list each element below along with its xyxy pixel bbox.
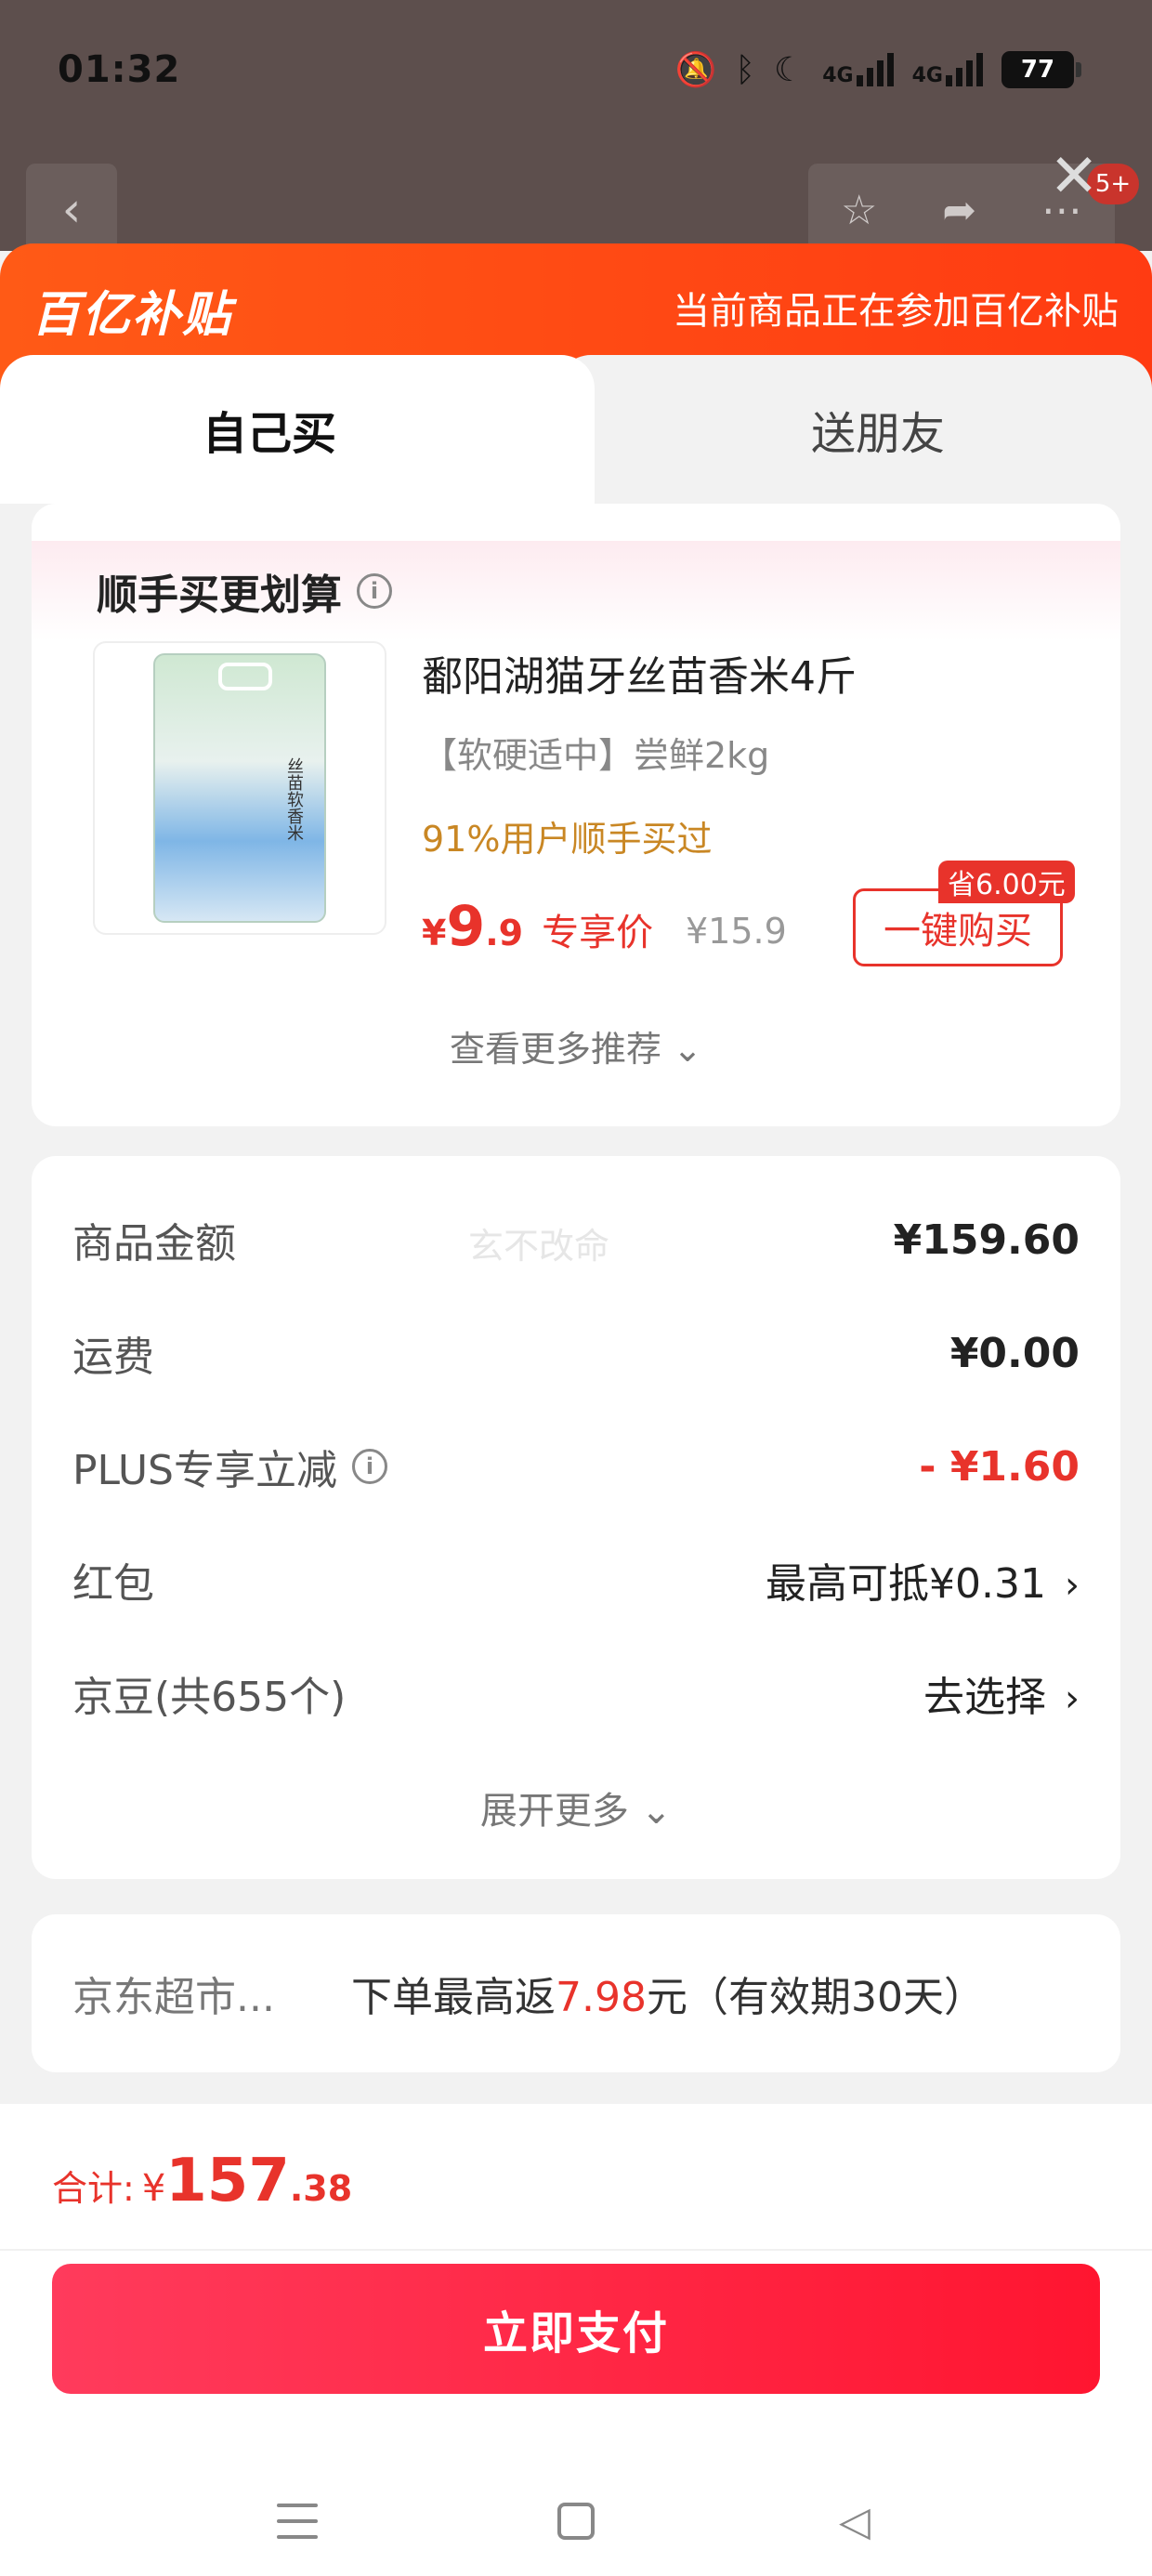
recommend-header: 顺手买更划算 i [32,541,1120,641]
status-bar: 01:32 🔕 ᛒ ☾ 4G 4G 77 [0,0,1152,139]
share-icon[interactable]: ➦ [942,187,976,234]
recommend-card: 顺手买更划算 i 丝苗软香米 鄱阳湖猫牙丝苗香米4斤 【软硬适中】尝鲜2kg 9… [32,504,1120,1126]
chevron-down-icon: ⌄ [640,1790,673,1833]
product-name[interactable]: 鄱阳湖猫牙丝苗香米4斤 [422,643,857,703]
cost-breakdown-card: 玄不改命 商品金额 ¥159.60 运费 ¥0.00 PLUS专享立减 i - ¥… [32,1156,1120,1879]
jd-beans-row[interactable]: 京豆(共655个) 去选择 › [72,1656,1120,1730]
product-price: ¥ 9 .9 专享价 [422,894,654,959]
info-icon[interactable]: i [357,573,392,609]
total-price: 合计: ¥ 157 .38 [52,2147,353,2215]
red-packet-row[interactable]: 红包 最高可抵¥0.31 › [72,1543,1120,1617]
cashback-store: 京东超市... [72,1974,275,2021]
home-icon[interactable] [548,2493,604,2549]
status-time: 01:32 [58,48,181,91]
cashback-card: 京东超市... 下单最高返7.98元（有效期30天） [32,1914,1120,2072]
save-badge: 省6.00元 [938,861,1075,903]
plus-discount-row: PLUS专享立减 i - ¥1.60 [72,1442,1080,1495]
product-image[interactable]: 丝苗软香米 [93,641,386,935]
signal-icon-2: 4G [912,53,983,86]
chevron-right-icon: › [1065,1677,1080,1720]
goods-amount-row: 商品金额 ¥159.60 [72,1216,1080,1268]
system-nav-bar: ◁ [0,2466,1152,2576]
star-icon[interactable]: ☆ [841,187,877,234]
purchase-tabs: 送朋友 自己买 [0,355,1152,504]
bluetooth-icon: ᛒ [735,50,755,89]
status-icons: 🔕 ᛒ ☾ 4G 4G 77 [674,50,1081,89]
subsidy-note: 当前商品正在参加百亿补贴 [673,290,1119,333]
mute-icon: 🔕 [674,51,717,89]
expand-more-link[interactable]: 展开更多 ⌄ [32,1781,1120,1834]
battery-icon: 77 [1001,51,1081,88]
price-tag: 专享价 [542,912,654,954]
rice-bag-image: 丝苗软香米 [153,653,326,923]
chevron-right-icon: › [1065,1564,1080,1607]
moon-icon: ☾ [773,50,805,89]
divider [0,2249,1152,2251]
menu-icon[interactable] [269,2493,325,2549]
info-icon[interactable]: i [352,1449,387,1484]
background-page: 01:32 🔕 ᛒ ☾ 4G 4G 77 ‹ ☆ ➦ ⋯ 5+ [0,0,1152,256]
brand-logo: 百亿补贴 [32,287,233,343]
product-social-proof: 91%用户顺手买过 [422,819,713,860]
more-recommendations-link[interactable]: 查看更多推荐 ⌄ [32,1020,1120,1071]
tab-buy-self[interactable]: 自己买 [0,355,595,504]
original-price: ¥15.9 [686,911,787,952]
tab-gift-friend[interactable]: 送朋友 [557,355,1152,504]
checkout-bar: 合计: ¥ 157 .38 立即支付 ◁ [0,2104,1152,2576]
back-triangle-icon[interactable]: ◁ [827,2493,883,2549]
pay-now-button[interactable]: 立即支付 [52,2264,1100,2394]
chevron-down-icon: ⌄ [673,1029,702,1070]
product-spec: 【软硬适中】尝鲜2kg [422,735,770,776]
shipping-row: 运费 ¥0.00 [72,1329,1080,1382]
signal-icon-1: 4G [822,53,894,86]
close-icon[interactable]: ✕ [1046,147,1102,206]
back-icon[interactable]: ‹ [26,164,117,256]
recommend-title: 顺手买更划算 [97,572,342,619]
cashback-text: 下单最高返7.98元（有效期30天） [351,1974,985,2021]
